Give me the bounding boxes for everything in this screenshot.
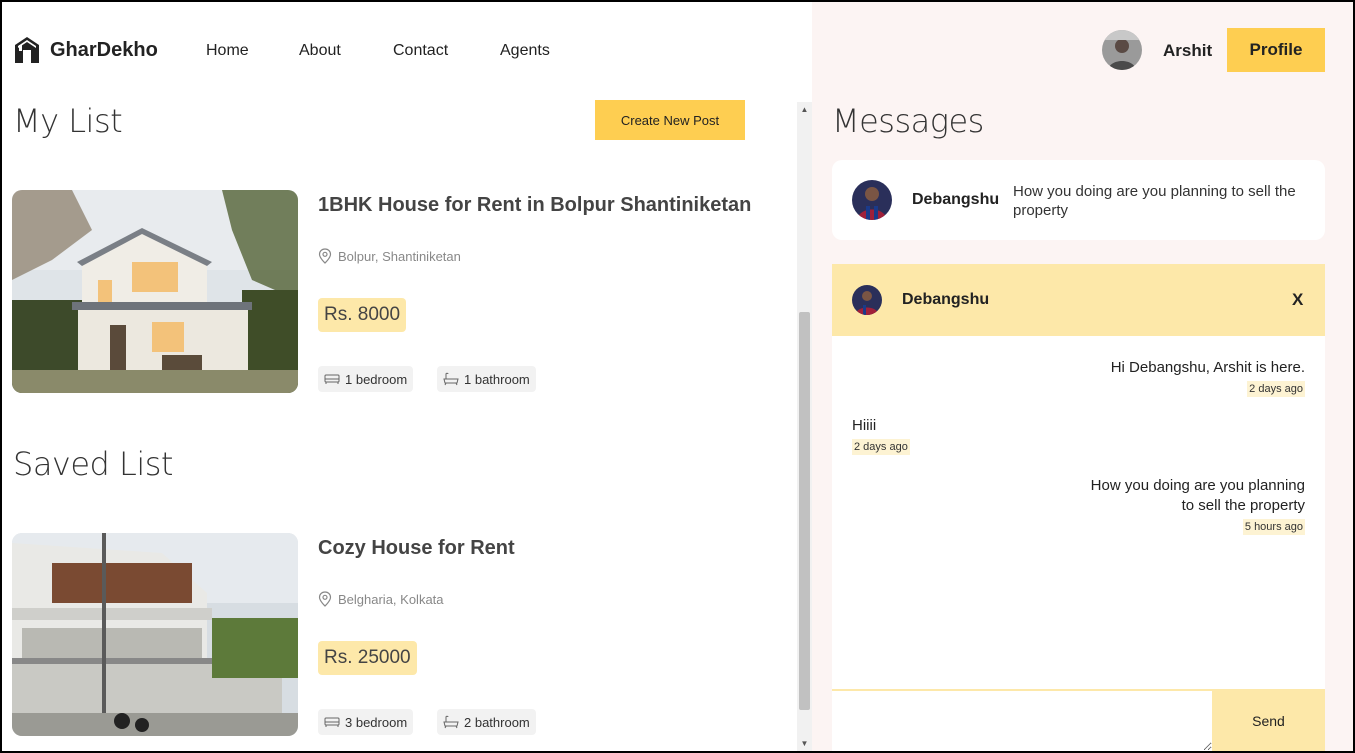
profile-button[interactable]: Profile [1227,28,1325,72]
chat-contact-avatar [852,285,882,315]
send-button[interactable]: Send [1212,691,1325,751]
chat-message-own: How you doing are you planning to sell t… [1091,476,1305,536]
property-card[interactable]: Cozy House for Rent Belgharia, Kolkata R… [12,533,772,738]
chat-message-text: Hiiii [852,417,877,434]
bedroom-count: 1 bedroom [345,371,408,387]
chat-message-time: 5 hours ago [1242,519,1305,535]
chat-message-input[interactable] [832,691,1212,751]
location-pin-icon [318,248,332,264]
user-name[interactable]: Arshit [1163,41,1212,61]
saved-list-title: Saved List [13,445,173,483]
message-preview[interactable]: Debangshu How you doing are you planning… [832,160,1325,240]
scroll-up-arrow-icon[interactable]: ▲ [797,102,812,117]
chat-message-text-line2: to sell the property [1181,497,1305,514]
scroll-down-arrow-icon[interactable]: ▼ [797,736,812,751]
property-address: Bolpur, Shantiniketan [318,248,461,264]
chat-box: Debangshu X Hi Debangshu, Arshit is here… [832,264,1325,751]
house-logo-icon [15,37,39,63]
nav-home[interactable]: Home [206,42,249,60]
property-address: Belgharia, Kolkata [318,591,444,607]
chat-message-time: 2 days ago [852,439,910,455]
nav-agents[interactable]: Agents [500,42,550,60]
property-address-text: Belgharia, Kolkata [338,591,444,607]
left-pane: GharDekho Home About Contact Agents My L… [2,2,812,751]
chat-message-text: Hi Debangshu, Arshit is here. [1110,359,1305,376]
property-card[interactable]: 1BHK House for Rent in Bolpur Shantinike… [12,190,772,395]
bath-icon [443,715,459,729]
list-scrollbar[interactable]: ▲ ▼ [797,102,812,751]
bathroom-feature: 2 bathroom [437,709,536,735]
user-avatar[interactable] [1102,30,1142,70]
property-title[interactable]: 1BHK House for Rent in Bolpur Shantinike… [318,194,751,217]
scroll-thumb[interactable] [799,312,810,710]
my-list-title: My List [13,102,123,140]
bath-icon [443,372,459,386]
bathroom-feature: 1 bathroom [437,366,536,392]
brand-name: GharDekho [50,38,158,61]
chat-contact-name: Debangshu [902,291,990,308]
chat-message-other: Hiiii 2 days ago [852,416,910,456]
bathroom-count: 2 bathroom [464,714,530,730]
property-title[interactable]: Cozy House for Rent [318,537,515,560]
chat-header: Debangshu X [832,264,1325,336]
brand-logo[interactable]: GharDekho [14,36,158,64]
bedroom-count: 3 bedroom [345,714,408,730]
property-image[interactable] [12,533,298,736]
create-new-post-button[interactable]: Create New Post [595,100,745,140]
bed-icon [324,717,340,727]
chat-message-text-line1: How you doing are you planning [1090,477,1305,494]
nav-contact[interactable]: Contact [393,42,448,60]
chat-message-time: 2 days ago [1247,381,1305,397]
location-pin-icon [318,591,332,607]
preview-contact-name: Debangshu [912,191,1000,208]
chat-footer: Send [832,689,1325,751]
messages-title: Messages [832,102,984,140]
property-price: Rs. 8000 [318,298,407,332]
preview-message-text: How you doing are you planning to sell t… [1013,183,1296,219]
close-chat-button[interactable]: X [1292,290,1303,310]
bedroom-feature: 1 bedroom [318,366,414,392]
bed-icon [324,374,340,384]
bathroom-count: 1 bathroom [464,371,530,387]
property-price: Rs. 25000 [318,641,417,675]
contact-avatar [852,180,892,220]
chat-message-own: Hi Debangshu, Arshit is here. 2 days ago [1111,358,1305,398]
right-pane: Arshit Profile Messages Debangshu How yo… [812,2,1353,751]
nav-about[interactable]: About [299,42,341,60]
property-image[interactable] [12,190,298,393]
bedroom-feature: 3 bedroom [318,709,414,735]
property-address-text: Bolpur, Shantiniketan [338,248,461,264]
